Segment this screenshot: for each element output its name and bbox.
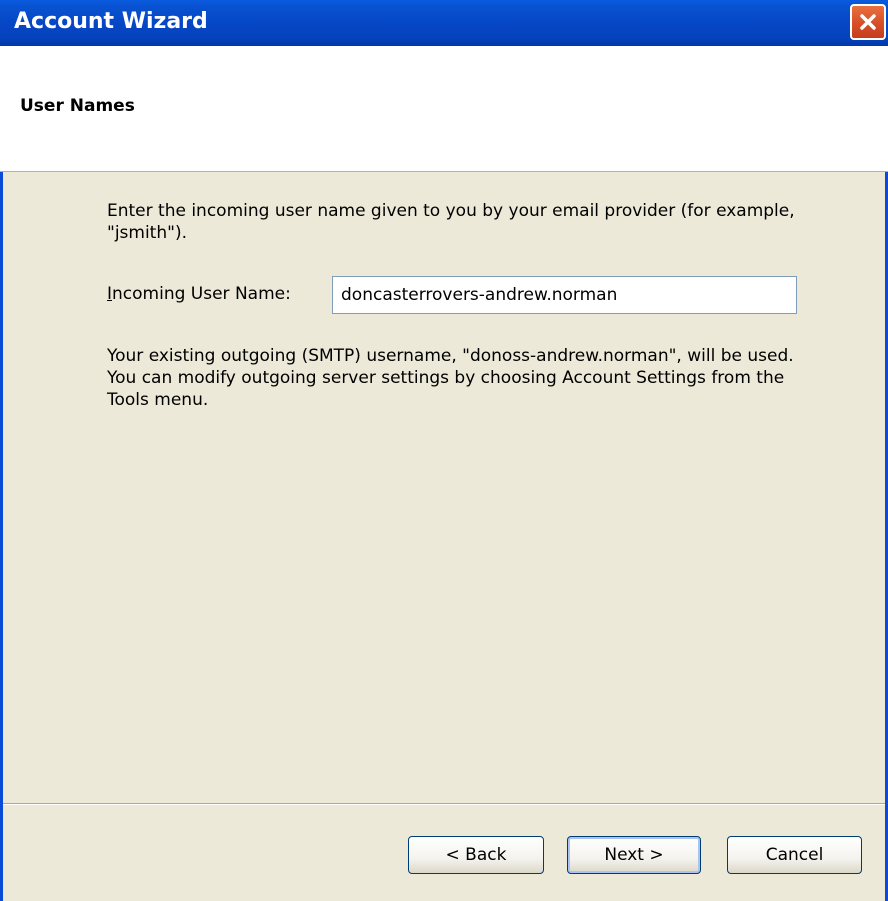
wizard-header: User Names bbox=[0, 46, 888, 172]
incoming-username-label: Incoming User Name: bbox=[107, 284, 291, 304]
window-title: Account Wizard bbox=[14, 9, 208, 34]
incoming-username-input[interactable] bbox=[332, 276, 797, 314]
window-border-left bbox=[0, 172, 3, 901]
cancel-button[interactable]: Cancel bbox=[727, 836, 862, 874]
page-title: User Names bbox=[20, 96, 135, 116]
outgoing-username-note: Your existing outgoing (SMTP) username, … bbox=[107, 346, 794, 410]
title-bar: Account Wizard bbox=[0, 0, 888, 46]
button-separator bbox=[3, 803, 885, 805]
close-icon bbox=[860, 14, 876, 30]
next-button[interactable]: Next > bbox=[567, 836, 701, 874]
back-button[interactable]: < Back bbox=[408, 836, 544, 874]
instruction-text: Enter the incoming user name given to yo… bbox=[107, 201, 795, 243]
incoming-username-label-text: ncoming User Name: bbox=[112, 284, 291, 304]
close-button[interactable] bbox=[850, 4, 886, 40]
